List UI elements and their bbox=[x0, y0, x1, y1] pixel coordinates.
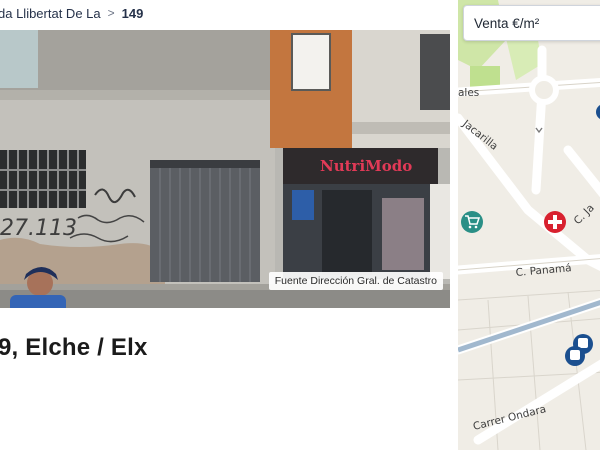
photo-credit: Fuente Dirección Gral. de Catastro bbox=[268, 272, 443, 290]
medical-cross-icon[interactable] bbox=[544, 211, 566, 233]
breadcrumb-current: 149 bbox=[121, 5, 144, 21]
breadcrumb: da Llibertat De La > 149 bbox=[0, 0, 450, 26]
map[interactable]: ales Jacarilla C. Ja C. Panamá Carrer On… bbox=[450, 0, 600, 450]
property-photo[interactable]: 27.113 NutriModo Fuente Dirección Gral. … bbox=[0, 30, 450, 308]
street-facade-image: 27.113 NutriModo bbox=[0, 30, 450, 308]
graffiti-text: 27.113 bbox=[0, 216, 77, 241]
shop-sign-text: NutriModo bbox=[320, 157, 412, 175]
street-map: ales Jacarilla C. Ja C. Panamá Carrer On… bbox=[458, 0, 600, 450]
price-layer-select[interactable]: Venta €/m² bbox=[463, 5, 600, 41]
street-label-ales: ales bbox=[458, 87, 479, 99]
breadcrumb-parent-link[interactable]: da Llibertat De La bbox=[0, 6, 101, 21]
chevron-right-icon: > bbox=[107, 6, 115, 20]
listing-address-title: 9, Elche / Elx bbox=[0, 334, 148, 361]
shopping-cart-icon[interactable] bbox=[461, 211, 483, 233]
